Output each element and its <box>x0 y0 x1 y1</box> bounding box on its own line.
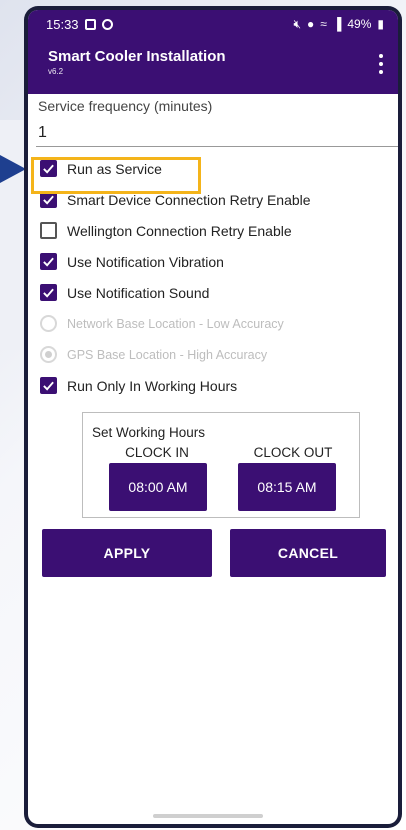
option-run-as-service[interactable]: Run as Service <box>40 153 390 184</box>
service-frequency-input[interactable]: 1 <box>36 124 398 147</box>
mute-icon: 🔇︎ <box>293 16 301 31</box>
app-bar: Smart Cooler Installation v6.2 <box>28 38 398 94</box>
checkbox-unchecked-icon[interactable] <box>40 222 57 239</box>
app-title: Smart Cooler Installation <box>48 48 226 65</box>
working-hours-panel: Set Working Hours CLOCK IN CLOCK OUT 08:… <box>82 412 360 518</box>
battery-icon: ▮ <box>377 17 384 31</box>
option-gps-location: GPS Base Location - High Accuracy <box>40 339 390 370</box>
option-notification-sound[interactable]: Use Notification Sound <box>40 277 390 308</box>
checkbox-checked-icon[interactable] <box>40 253 57 270</box>
option-label: Run as Service <box>67 160 162 177</box>
clock-out-button[interactable]: 08:15 AM <box>238 463 336 511</box>
working-hours-title: Set Working Hours <box>92 425 206 440</box>
more-vert-icon[interactable] <box>378 54 384 74</box>
clock-in-button[interactable]: 08:00 AM <box>109 463 207 511</box>
option-working-hours-only[interactable]: Run Only In Working Hours <box>40 370 390 401</box>
battery-level: 49% <box>347 17 372 31</box>
wifi-icon: ≈ <box>320 17 327 31</box>
location-app-icon <box>101 18 113 30</box>
option-label: Wellington Connection Retry Enable <box>67 222 292 239</box>
option-smart-device-retry[interactable]: Smart Device Connection Retry Enable <box>40 184 390 215</box>
option-label: Use Notification Vibration <box>67 253 224 270</box>
callout-arrow-icon <box>0 155 26 183</box>
option-label: Network Base Location - Low Accuracy <box>67 316 284 331</box>
app-screen: 15:33 🔇︎ ● ≈ ▐ 49% ▮ Smart Cooler Instal… <box>28 10 398 824</box>
option-network-location: Network Base Location - Low Accuracy <box>40 308 390 339</box>
phone-frame: 15:33 🔇︎ ● ≈ ▐ 49% ▮ Smart Cooler Instal… <box>24 6 402 828</box>
option-wellington-retry[interactable]: Wellington Connection Retry Enable <box>40 215 390 246</box>
status-bar: 15:33 🔇︎ ● ≈ ▐ 49% ▮ <box>28 10 398 38</box>
location-icon: ● <box>307 17 315 31</box>
clock-in-label: CLOCK IN <box>125 445 189 460</box>
radio-checked-icon <box>40 346 57 363</box>
signal-icon: ▐ <box>332 17 342 31</box>
option-label: Run Only In Working Hours <box>67 377 238 394</box>
checkbox-checked-icon[interactable] <box>40 160 57 177</box>
checkbox-checked-icon[interactable] <box>40 191 57 208</box>
clock-out-label: CLOCK OUT <box>253 445 333 460</box>
photo-icon <box>84 18 96 30</box>
option-label: Use Notification Sound <box>67 284 210 301</box>
app-version: v6.2 <box>48 67 64 76</box>
checkbox-checked-icon[interactable] <box>40 284 57 301</box>
option-notification-vibration[interactable]: Use Notification Vibration <box>40 246 390 277</box>
cancel-button[interactable]: CANCEL <box>230 529 386 577</box>
home-indicator[interactable] <box>153 814 263 818</box>
service-frequency-label: Service frequency (minutes) <box>38 98 213 114</box>
status-time: 15:33 <box>46 16 79 32</box>
settings-content: Service frequency (minutes) 1 Run as Ser… <box>28 94 398 401</box>
option-label: GPS Base Location - High Accuracy <box>67 347 268 362</box>
apply-button[interactable]: APPLY <box>42 529 212 577</box>
option-label: Smart Device Connection Retry Enable <box>67 191 311 208</box>
checkbox-checked-icon[interactable] <box>40 377 57 394</box>
radio-unchecked-icon <box>40 315 57 332</box>
